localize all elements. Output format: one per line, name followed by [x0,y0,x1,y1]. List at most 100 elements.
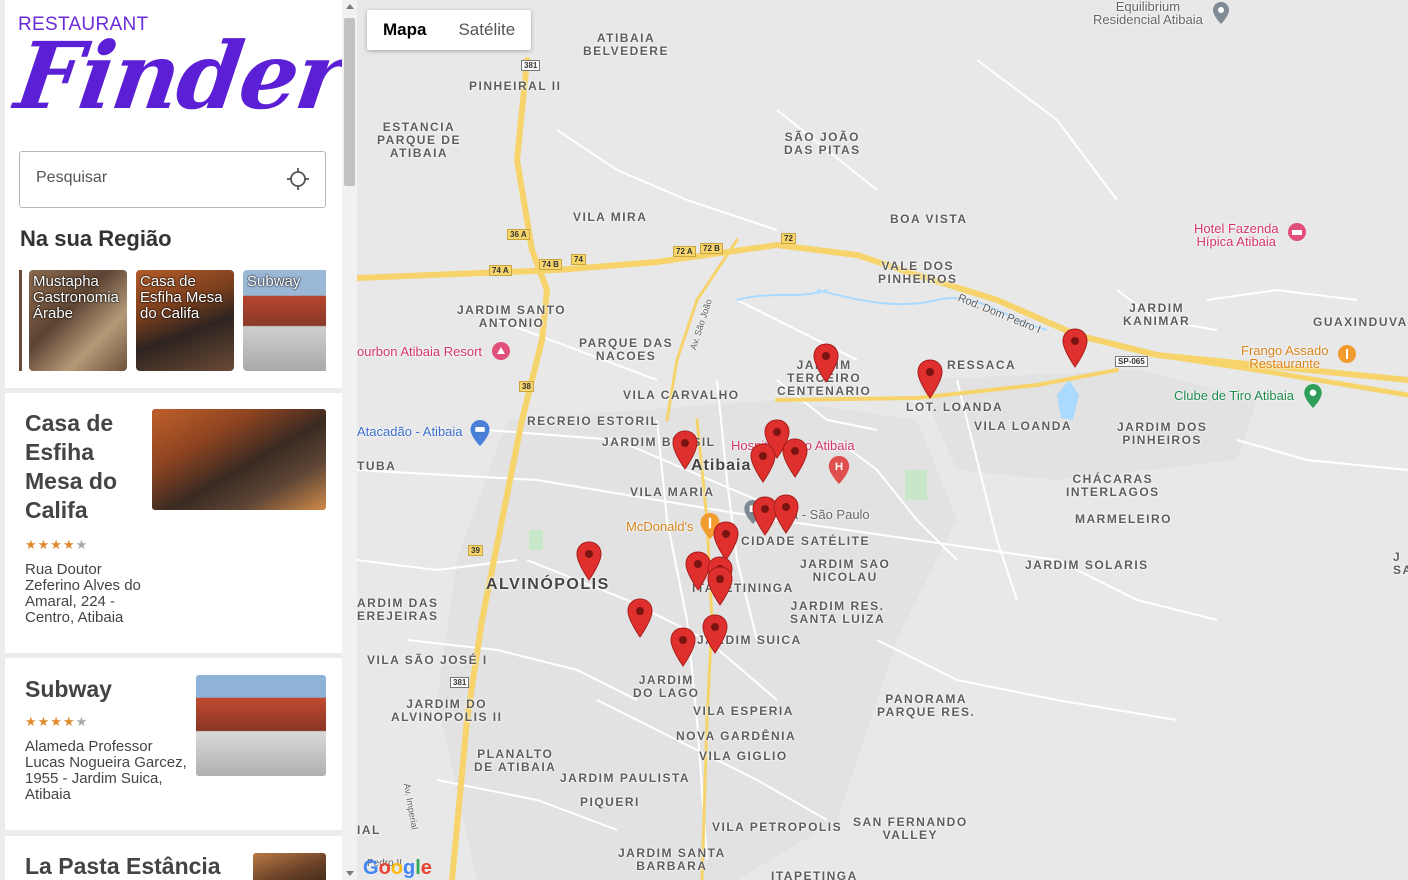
road-shield: 72 [781,233,796,244]
google-logo: Google [363,857,432,879]
scroll-down-arrow-icon[interactable] [346,871,354,876]
map-label: JARDIM DOS PINHEIROS [1117,420,1208,447]
map-label: PARQUE DAS NACOES [579,336,674,363]
map-label: JARDIM SANTA BARBARA [618,846,726,873]
restaurant-marker-icon[interactable] [917,359,943,399]
hotel-icon[interactable] [1287,222,1307,242]
map-pin-icon[interactable] [1304,384,1322,408]
brand-logo: Finder [9,22,342,130]
poi-label[interactable]: Equilibrium Residencial Atibaia [1093,0,1203,26]
restaurant-marker-icon[interactable] [707,566,733,606]
map-label: VALE DOS PINHEIROS [878,259,958,286]
hospital-icon[interactable]: H [828,456,850,484]
restaurant-marker-icon[interactable] [627,598,653,638]
map-label: SAN FERNANDO VALLEY [853,815,968,842]
map-label: VILA GIGLIO [699,749,788,763]
map-label: JARDIM KANIMAR [1123,301,1191,328]
result-card-subway[interactable]: Subway ★★★★★ Alameda Professor Lucas Nog… [5,658,342,830]
poi-label[interactable]: McDonald's [626,520,694,533]
map-label: LOT. LOANDA [906,400,1004,414]
map-label: BOA VISTA [890,212,968,226]
search-input[interactable] [34,168,278,188]
map-label: VILA ESPERIA [693,704,794,718]
road-shield: 74 [571,254,586,265]
map-pin-icon[interactable] [1213,2,1229,24]
poi-label[interactable]: Frango Assado Restaurante [1241,344,1328,370]
restaurant-marker-icon[interactable] [1062,328,1088,368]
map-label: MARMELEIRO [1075,512,1172,526]
map-label: GUAXINDUVA [1313,315,1408,329]
map-type-tabs: Mapa Satélite [367,10,532,50]
restaurant-marker-icon[interactable] [713,521,739,561]
restaurant-icon[interactable] [1337,344,1357,364]
result-photo [152,409,326,510]
map[interactable]: Mapa Satélite ATIBAIA BELVEDERE PINHEIRA… [357,0,1408,880]
map-label: JARDIM DO ALVINOPOLIS II [391,697,503,724]
poi-label[interactable]: ourbon Atibaia Resort [357,345,482,358]
map-label: ESTANCIA PARQUE DE ATIBAIA [377,120,461,160]
map-label: JARDIM PAULISTA [560,771,691,785]
restaurant-marker-icon[interactable] [672,430,698,470]
region-title: Na sua Região [20,226,172,251]
resort-icon[interactable] [491,341,511,361]
tab-mapa[interactable]: Mapa [367,10,442,50]
result-address: Alameda Professor Lucas Nogueira Garcez,… [25,738,187,803]
map-label: VILA SÃO JOSÉ I [367,653,488,667]
map-label: ARDIM DAS EREJEIRAS [357,596,439,623]
svg-text:H: H [835,461,843,473]
road-shield: 39 [468,545,483,556]
map-label: JARDIM DO LAGO [633,673,700,700]
map-label: J SA [1393,550,1408,577]
road-shield: 36 A [507,229,530,240]
carousel-item-subway[interactable]: Subway [243,270,326,371]
map-label: VILA MARIA [630,485,715,499]
road-shield: 38 [519,381,534,392]
result-photo [253,853,326,880]
restaurant-marker-icon[interactable] [813,343,839,383]
restaurant-marker-icon[interactable] [782,438,808,478]
sidebar-scrollbar[interactable] [342,0,357,880]
road-shield: 381 [450,677,470,688]
carousel-item-mustapha[interactable]: Mustapha Gastronomia Árabe [29,270,127,371]
shopping-cart-icon[interactable] [470,420,490,446]
tab-satelite[interactable]: Satélite [442,10,531,50]
poi-label[interactable]: Hotel Fazenda Hípica Atibaia [1194,222,1279,248]
poi-label[interactable]: Atacadão - Atibaia [357,425,463,438]
road-shield: 74 A [489,265,512,276]
restaurant-marker-icon[interactable] [670,627,696,667]
result-photo [196,675,326,776]
poi-label[interactable]: ia - São Paulo [788,508,870,521]
poi-label[interactable]: Clube de Tiro Atibaia [1174,389,1294,402]
sidebar: RESTAURANT Finder Na sua Região Mustapha… [0,0,342,880]
map-label: RESSACA [947,358,1017,372]
map-label: PINHEIRAL II [469,79,562,93]
restaurant-marker-icon[interactable] [773,494,799,534]
scrollbar-thumb[interactable] [344,18,355,186]
map-label: TUBA [357,459,397,473]
result-card-la-pasta[interactable]: La Pasta Estância [5,836,342,880]
map-label: IAL [357,823,381,837]
restaurant-marker-icon[interactable] [576,541,602,581]
result-name[interactable]: La Pasta Estância [25,852,221,880]
restaurant-marker-icon[interactable] [750,443,776,483]
region-carousel: Mustapha Gastronomia Árabe Casa de Esfih… [19,270,326,371]
map-label: PANORAMA PARQUE RES. [877,692,976,719]
carousel-edge [19,270,22,371]
restaurant-marker-icon[interactable] [702,614,728,654]
map-label-city: Atibaia [691,457,752,474]
map-label: VILA LOANDA [974,419,1073,433]
rating-stars: ★★★★★ [25,714,89,729]
result-name[interactable]: Casa de Esfiha Mesa do Califa [25,409,150,525]
map-label: ATIBAIA BELVEDERE [583,31,669,58]
map-label: JARDIM RES. SANTA LUIZA [790,599,886,626]
carousel-item-casa-esfiha[interactable]: Casa de Esfiha Mesa do Califa [136,270,234,371]
crosshair-icon[interactable] [286,167,310,191]
map-label: PIQUERI [580,795,640,809]
map-label: JARDIM BRASIL [602,435,716,449]
map-label: ITAPETINGA [771,869,858,880]
rating-stars: ★★★★★ [25,537,89,552]
result-name[interactable]: Subway [25,675,112,704]
scroll-up-arrow-icon[interactable] [346,4,354,9]
map-label: VILA MIRA [573,210,648,224]
result-card-casa-esfiha[interactable]: Casa de Esfiha Mesa do Califa ★★★★★ Rua … [5,393,342,653]
